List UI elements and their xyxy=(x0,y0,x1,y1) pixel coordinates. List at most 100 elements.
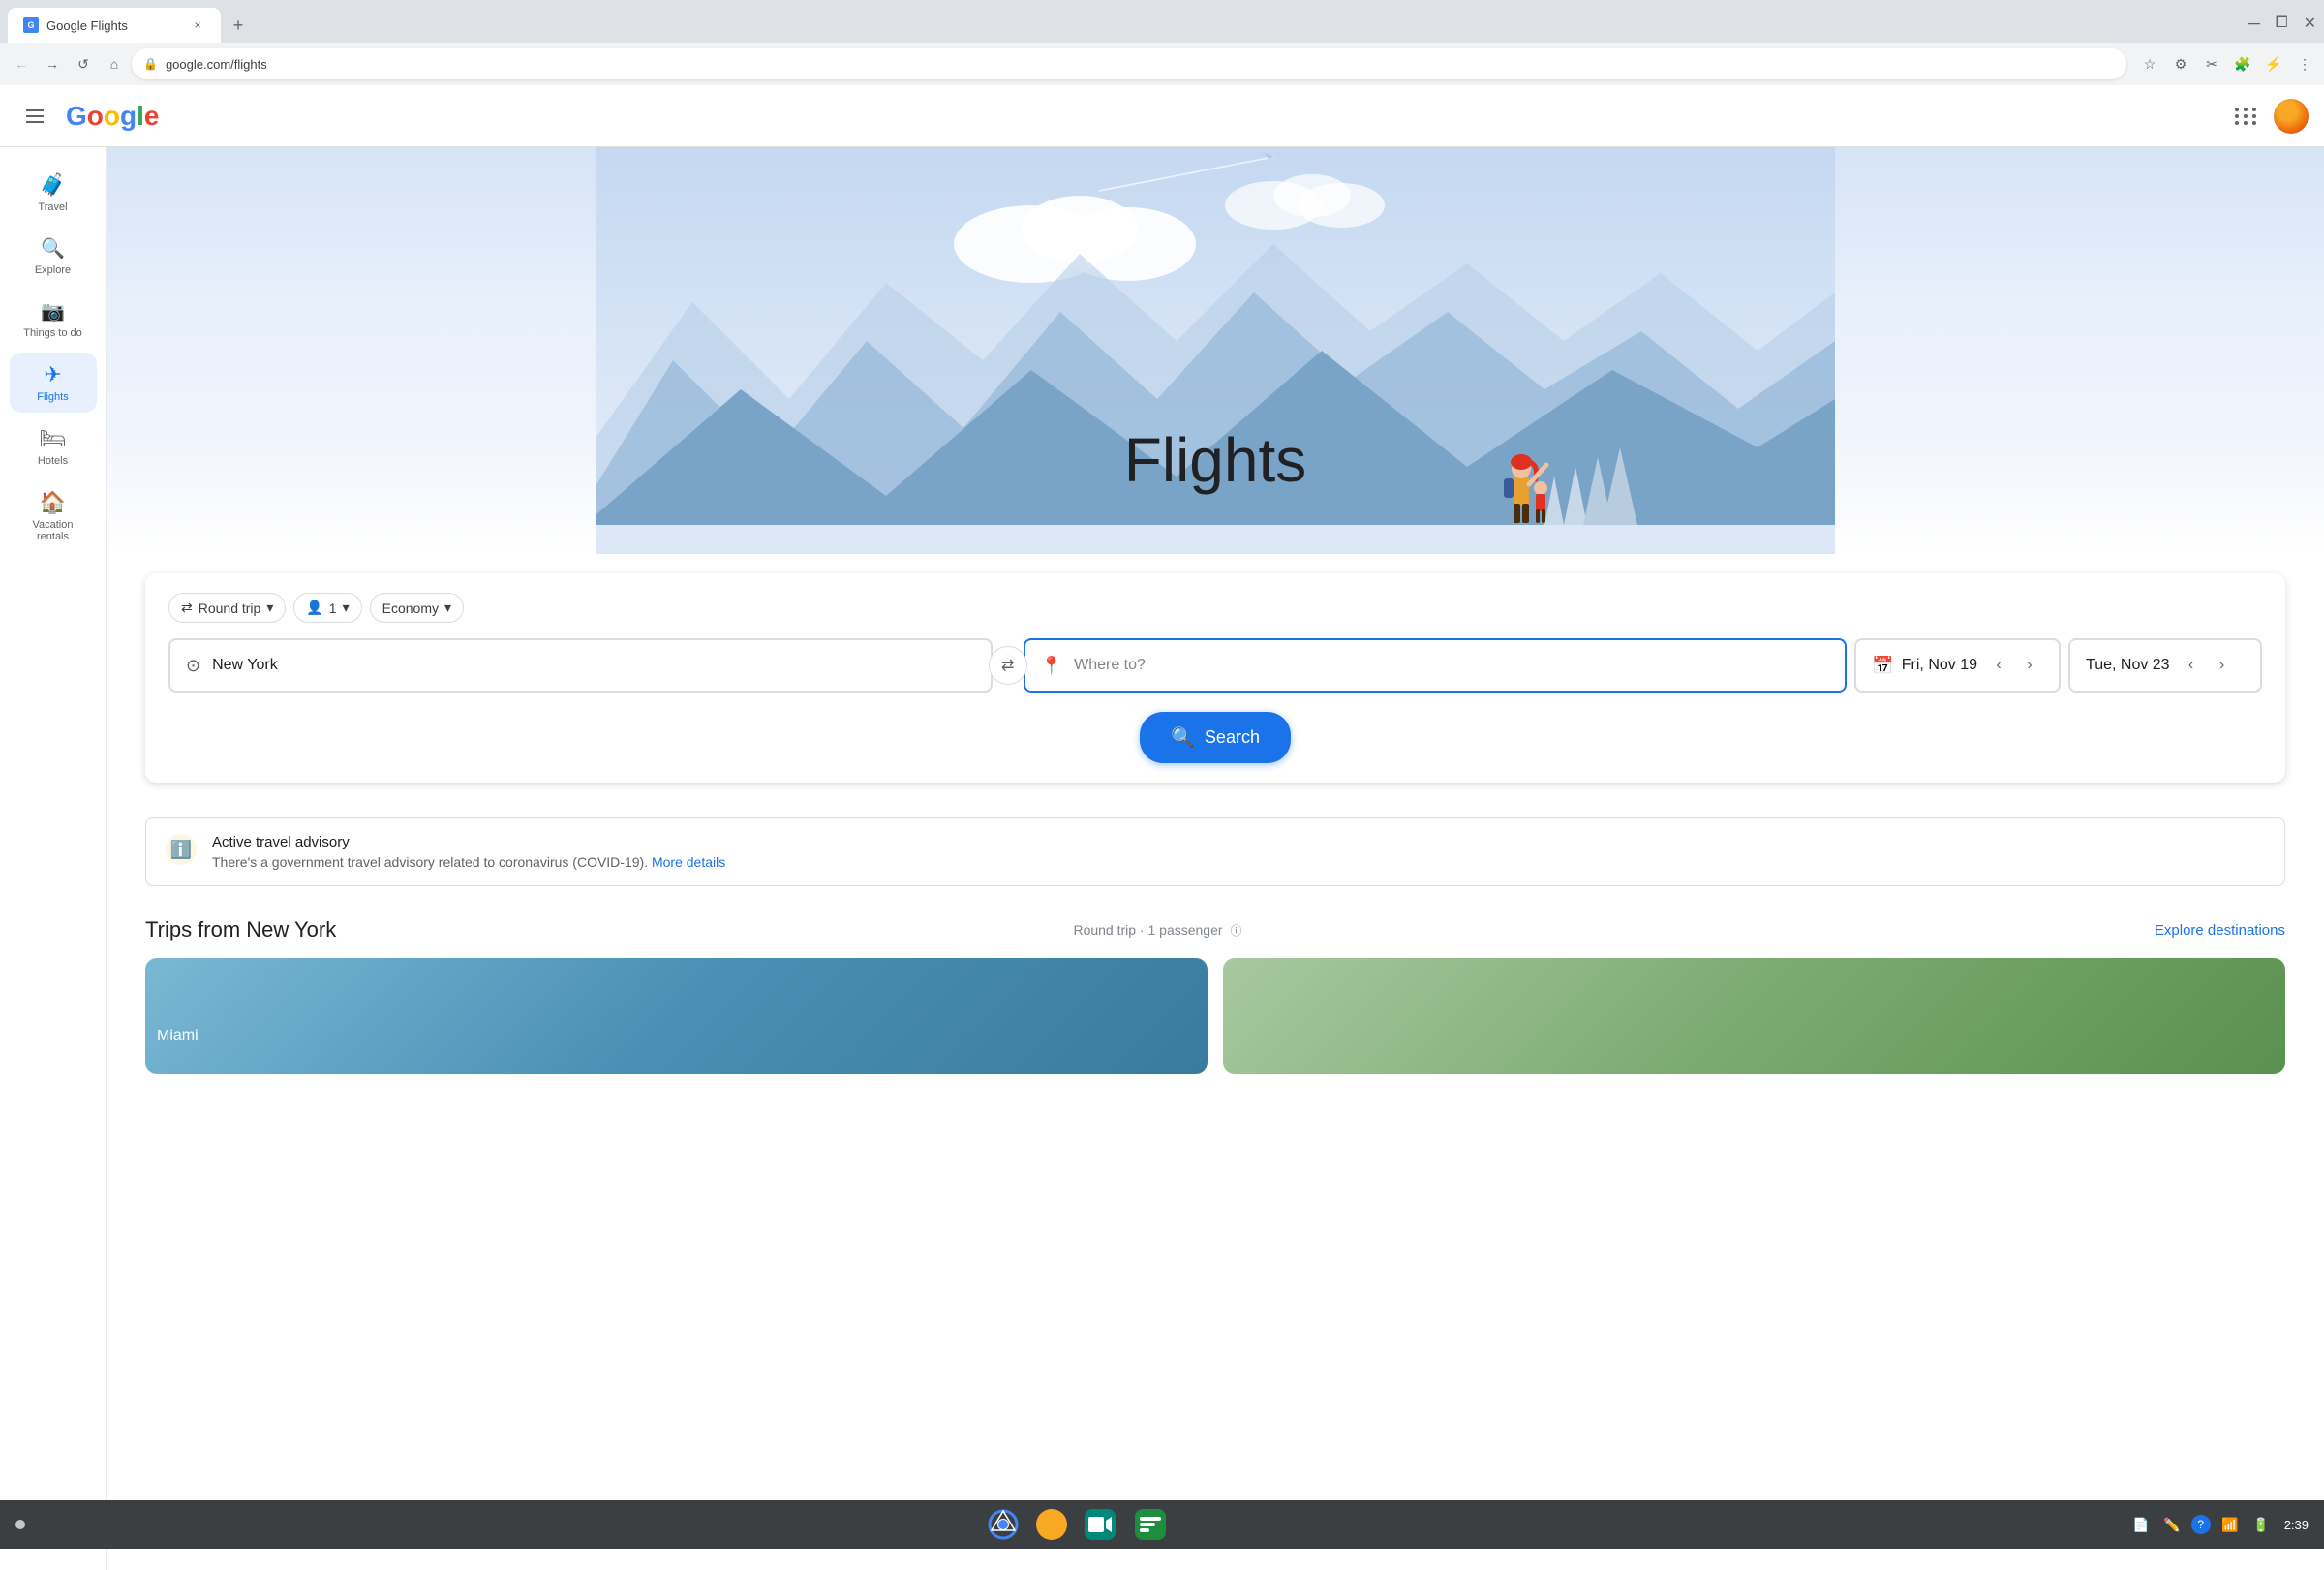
apps-grid-icon xyxy=(2235,108,2258,125)
sidebar-label-vacation-rentals: Vacation rentals xyxy=(17,519,89,542)
forward-button[interactable]: → xyxy=(39,50,66,77)
explore-icon: 🔍 xyxy=(41,236,65,261)
taskbar: 📄 ✏️ ? 📶 🔋 2:39 xyxy=(0,1500,2324,1549)
taskbar-chat-icon[interactable] xyxy=(1133,1507,1168,1542)
sidebar-item-hotels[interactable]: 🛏 Hotels xyxy=(10,416,97,477)
departure-prev-button[interactable]: ‹ xyxy=(1985,652,2012,679)
sidebar-label-hotels: Hotels xyxy=(38,455,68,467)
menu-dots-icon[interactable]: ⋮ xyxy=(2293,52,2316,76)
things-to-do-icon: 📷 xyxy=(41,299,65,323)
return-next-button[interactable]: › xyxy=(2209,652,2236,679)
hero-section: Flights xyxy=(107,147,2324,554)
trip-card-1[interactable]: Miami xyxy=(145,958,1208,1074)
bookmark-icon[interactable]: ☆ xyxy=(2138,52,2161,76)
address-bar[interactable]: 🔒 google.com/flights xyxy=(132,48,2126,79)
hamburger-menu-button[interactable] xyxy=(15,97,54,136)
active-tab[interactable]: G Google Flights × xyxy=(8,8,221,43)
return-date-nav: ‹ › xyxy=(2178,652,2236,679)
return-date-field[interactable]: Tue, Nov 23 ‹ › xyxy=(2068,638,2262,693)
trip-type-dropdown-icon: ▾ xyxy=(266,600,273,616)
return-date-value: Tue, Nov 23 xyxy=(2086,657,2170,674)
taskbar-left xyxy=(15,1520,25,1529)
minimize-button[interactable]: ─ xyxy=(2248,14,2260,34)
sidebar-item-travel[interactable]: 🧳 Travel xyxy=(10,163,97,223)
taskbar-meet-icon[interactable] xyxy=(1083,1507,1117,1542)
search-button-label: Search xyxy=(1205,727,1260,748)
sidebar-item-vacation-rentals[interactable]: 🏠 Vacation rentals xyxy=(10,480,97,552)
travel-icon: 🧳 xyxy=(40,172,66,198)
tab-bar: G Google Flights × + xyxy=(8,8,252,43)
cabin-class-dropdown-icon: ▾ xyxy=(444,600,451,616)
home-button[interactable]: ⌂ xyxy=(101,50,128,77)
taskbar-chrome-icon[interactable] xyxy=(986,1507,1021,1542)
main-layout: 🧳 Travel 🔍 Explore 📷 Things to do ✈ Flig… xyxy=(0,147,2324,1570)
taskbar-help-icon[interactable]: ? xyxy=(2191,1515,2211,1534)
advisory-more-details-link[interactable]: More details xyxy=(652,854,725,870)
browser-chrome: G Google Flights × + ─ ⧠ ✕ xyxy=(0,0,2324,43)
departure-next-button[interactable]: › xyxy=(2016,652,2043,679)
return-prev-button[interactable]: ‹ xyxy=(2178,652,2205,679)
search-fields-row: ⊙ New York ⇄ 📍 Where to? 📅 Fri, Nov 19 xyxy=(168,638,2262,693)
origin-value: New York xyxy=(212,657,278,674)
sidebar-label-travel: Travel xyxy=(38,201,67,213)
tab-favicon: G xyxy=(23,17,39,33)
advisory-info-icon: ℹ️ xyxy=(166,834,197,865)
trips-title: Trips from New York xyxy=(145,917,1057,942)
sidebar-label-things-to-do: Things to do xyxy=(23,327,82,339)
hotels-icon: 🛏 xyxy=(40,426,67,451)
swap-airports-button[interactable]: ⇄ xyxy=(989,646,1027,685)
profile-icon[interactable]: ⚙ xyxy=(2169,52,2192,76)
trip-type-button[interactable]: ⇄ Round trip ▾ xyxy=(168,593,286,623)
tab-close-button[interactable]: × xyxy=(190,17,205,33)
search-box: ⇄ Round trip ▾ 👤 1 ▾ Economy ▾ xyxy=(145,573,2285,783)
taskbar-time: 2:39 xyxy=(2284,1518,2309,1532)
advisory-section: ℹ️ Active travel advisory There's a gove… xyxy=(107,802,2324,902)
reload-button[interactable]: ↺ xyxy=(70,50,97,77)
trip-card-1-city: Miami xyxy=(157,1028,1196,1045)
taskbar-circle-icon[interactable] xyxy=(1036,1509,1067,1540)
sidebar-item-flights[interactable]: ✈ Flights xyxy=(10,353,97,413)
taskbar-right: 📄 ✏️ ? 📶 🔋 2:39 xyxy=(2129,1513,2309,1536)
trips-section: Trips from New York Round trip · 1 passe… xyxy=(107,902,2324,1090)
explore-destinations-link[interactable]: Explore destinations xyxy=(2155,922,2285,939)
passengers-button[interactable]: 👤 1 ▾ xyxy=(293,593,361,623)
trips-info-icon: ⓘ xyxy=(1230,924,1241,938)
taskbar-center xyxy=(986,1507,1168,1542)
search-button-icon: 🔍 xyxy=(1171,725,1195,750)
trip-card-2[interactable] xyxy=(1223,958,2285,1074)
sidebar-item-explore[interactable]: 🔍 Explore xyxy=(10,227,97,286)
new-tab-button[interactable]: + xyxy=(225,12,252,39)
sidebar-item-things-to-do[interactable]: 📷 Things to do xyxy=(10,290,97,349)
user-avatar[interactable] xyxy=(2274,99,2309,134)
google-apps-button[interactable] xyxy=(2227,97,2266,136)
taskbar-file-icon[interactable]: 📄 xyxy=(2129,1513,2153,1536)
content-area: Flights ⇄ Round trip ▾ 👤 1 ▾ xyxy=(107,147,2324,1570)
back-button[interactable]: ← xyxy=(8,50,35,77)
advisory-title: Active travel advisory xyxy=(212,834,725,850)
google-logo: G o o g l e xyxy=(66,101,159,132)
person-icon: 👤 xyxy=(306,600,322,616)
trip-cards: Miami xyxy=(145,958,2285,1074)
lock-icon: 🔒 xyxy=(143,57,158,71)
departure-date-value: Fri, Nov 19 xyxy=(1902,657,1977,674)
origin-field[interactable]: ⊙ New York xyxy=(168,638,993,693)
passengers-label: 1 xyxy=(329,600,337,616)
trips-subtitle: Round trip · 1 passenger ⓘ xyxy=(1073,922,1241,939)
destination-placeholder: Where to? xyxy=(1074,657,1146,674)
search-options-row: ⇄ Round trip ▾ 👤 1 ▾ Economy ▾ xyxy=(168,593,2262,623)
restore-button[interactable]: ⧠ xyxy=(2276,15,2288,32)
extension-icon[interactable]: ✂ xyxy=(2200,52,2223,76)
puzzle-icon[interactable]: 🧩 xyxy=(2231,52,2254,76)
extension2-icon[interactable]: ⚡ xyxy=(2262,52,2285,76)
cabin-class-button[interactable]: Economy ▾ xyxy=(370,593,464,623)
toolbar-icons: ☆ ⚙ ✂ 🧩 ⚡ ⋮ xyxy=(2138,52,2316,76)
search-button[interactable]: 🔍 Search xyxy=(1140,712,1291,763)
taskbar-dot xyxy=(15,1520,25,1529)
hero-title: Flights xyxy=(1124,424,1307,496)
taskbar-edit-icon[interactable]: ✏️ xyxy=(2160,1513,2184,1536)
close-button[interactable]: ✕ xyxy=(2304,14,2316,33)
advisory-content: Active travel advisory There's a governm… xyxy=(212,834,725,870)
browser-nav-bar: ← → ↺ ⌂ 🔒 google.com/flights ☆ ⚙ ✂ 🧩 ⚡ ⋮ xyxy=(0,43,2324,85)
departure-date-field[interactable]: 📅 Fri, Nov 19 ‹ › xyxy=(1854,638,2061,693)
destination-field[interactable]: 📍 Where to? xyxy=(1024,638,1848,693)
